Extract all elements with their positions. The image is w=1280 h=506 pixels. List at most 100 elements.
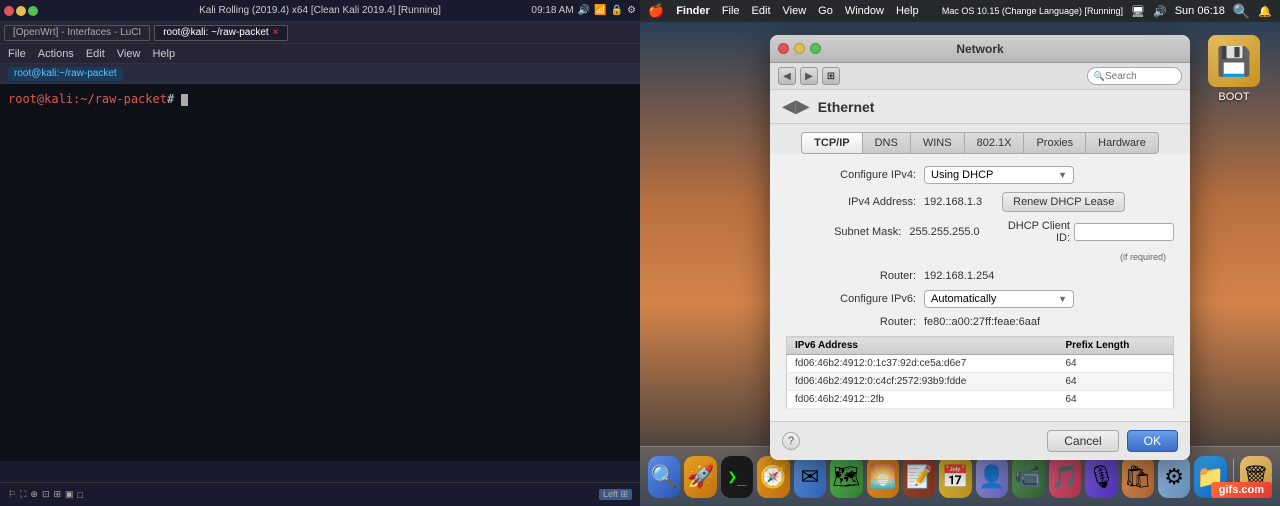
ipv6-col-prefix: Prefix Length bbox=[1057, 337, 1173, 355]
renew-dhcp-button[interactable]: Renew DHCP Lease bbox=[1002, 192, 1125, 212]
dock-icon-appstore[interactable]: 🛍 bbox=[1122, 456, 1154, 498]
mac-menu-help[interactable]: Help bbox=[896, 5, 919, 17]
forward-button[interactable]: ▶ bbox=[800, 67, 818, 85]
back-button[interactable]: ◀ bbox=[778, 67, 796, 85]
dialog-content: Configure IPv4: Using DHCP ▼ IPv4 Addres… bbox=[770, 154, 1190, 421]
dock-icon-systemprefs[interactable]: ⚙ bbox=[1158, 456, 1190, 498]
kali-tab-openwrt[interactable]: [OpenWrt] - Interfaces - LuCI bbox=[4, 25, 150, 41]
kali-menu-file[interactable]: File bbox=[8, 48, 26, 60]
dhcp-client-id-input[interactable] bbox=[1074, 223, 1174, 241]
mac-menu-window[interactable]: Window bbox=[845, 5, 884, 17]
kali-tab-rawpacket[interactable]: root@kali: ~/raw-packet × bbox=[154, 25, 287, 41]
kali-settings-icon: ⚙ bbox=[627, 5, 636, 16]
ipv6-col-address: IPv6 Address bbox=[787, 337, 1058, 355]
ipv6-address-cell: fd06:46b2:4912::2fb bbox=[787, 391, 1058, 409]
kali-prompt-line: root@kali:~/raw-packet# bbox=[8, 92, 632, 106]
kali-menu-view[interactable]: View bbox=[117, 48, 141, 60]
tab-8021x[interactable]: 802.1X bbox=[965, 132, 1025, 154]
gifs-badge: gifs.com bbox=[1211, 482, 1272, 498]
dialog-action-buttons: Cancel OK bbox=[1047, 430, 1178, 452]
mac-search-icon[interactable]: 🔍 bbox=[1233, 3, 1250, 20]
notes-icon: 📝 bbox=[905, 464, 932, 490]
kali-traffic-light-red[interactable] bbox=[4, 6, 14, 16]
help-button[interactable]: ? bbox=[782, 432, 800, 450]
finder-icon: 🔍 bbox=[651, 464, 678, 490]
tab-wins[interactable]: WINS bbox=[911, 132, 965, 154]
systemprefs-icon: ⚙ bbox=[1164, 464, 1184, 490]
kali-terminal-body[interactable]: root@kali:~/raw-packet# bbox=[0, 84, 640, 461]
dialog-close-btn[interactable] bbox=[778, 43, 789, 54]
dialog-search[interactable]: 🔍 bbox=[1087, 67, 1182, 85]
back-arrow-icon[interactable]: ◀▶ bbox=[782, 96, 810, 117]
dialog-minimize-btn[interactable] bbox=[794, 43, 805, 54]
dock-icon-music[interactable]: 🎵 bbox=[1049, 456, 1081, 498]
kali-prompt-suffix: # bbox=[167, 92, 181, 106]
router-ipv4-label: Router: bbox=[786, 270, 916, 282]
router-ipv4-row: Router: 192.168.1.254 bbox=[786, 270, 1174, 282]
tab-hardware[interactable]: Hardware bbox=[1086, 132, 1159, 154]
network-dialog: Network ◀ ▶ ⊞ 🔍 ◀▶ Ethernet TCP/IP DNS W… bbox=[770, 35, 1190, 460]
kali-status-icon2: ⛶ bbox=[20, 489, 26, 500]
configure-ipv6-value: Automatically bbox=[931, 293, 996, 305]
kali-traffic-light-yellow[interactable] bbox=[16, 6, 26, 16]
kali-menu-actions[interactable]: Actions bbox=[38, 48, 74, 60]
mac-time: Sun 06:18 bbox=[1175, 5, 1225, 17]
mac-menu-view[interactable]: View bbox=[783, 5, 807, 17]
boot-icon[interactable]: 💾 BOOT bbox=[1208, 35, 1260, 103]
boot-icon-label: BOOT bbox=[1218, 91, 1249, 103]
dialog-toolbar: ◀ ▶ ⊞ 🔍 bbox=[770, 63, 1190, 90]
mac-menu-go[interactable]: Go bbox=[818, 5, 833, 17]
dock-icon-terminal[interactable]: ❯_ bbox=[721, 456, 753, 498]
kali-tab-rawpacket-label: root@kali: ~/raw-packet bbox=[163, 27, 268, 38]
kali-tab-bar: [OpenWrt] - Interfaces - LuCI root@kali:… bbox=[0, 22, 640, 44]
dock-icon-calendar[interactable]: 📅 bbox=[939, 456, 971, 498]
dialog-zoom-btn[interactable] bbox=[810, 43, 821, 54]
tab-dns[interactable]: DNS bbox=[863, 132, 911, 154]
tab-proxies[interactable]: Proxies bbox=[1024, 132, 1086, 154]
dock-icon-contacts[interactable]: 👤 bbox=[976, 456, 1008, 498]
kali-tab-close-icon[interactable]: × bbox=[273, 27, 279, 38]
dock-icon-mail[interactable]: ✉ bbox=[794, 456, 826, 498]
mac-sound-icon: 🔊 bbox=[1153, 5, 1167, 18]
dock-icon-photos[interactable]: 🌅 bbox=[867, 456, 899, 498]
mac-desktop: 🍎 Finder File Edit View Go Window Help M… bbox=[640, 0, 1280, 506]
kali-keyboard-status: Left ⊞ bbox=[599, 489, 632, 500]
tab-tcpip[interactable]: TCP/IP bbox=[801, 132, 862, 154]
apple-icon[interactable]: 🍎 bbox=[648, 3, 664, 19]
ipv6-table-row: fd06:46b2:4912:0:c4cf:2572:93b9:fdde64 bbox=[787, 373, 1174, 391]
dock-icon-facetime[interactable]: 📹 bbox=[1012, 456, 1044, 498]
dock-icon-notes[interactable]: 📝 bbox=[903, 456, 935, 498]
kali-menu-edit[interactable]: Edit bbox=[86, 48, 105, 60]
kali-cursor bbox=[181, 94, 188, 106]
kali-traffic-light-green[interactable] bbox=[28, 6, 38, 16]
kali-status-icon6: ▣ bbox=[65, 489, 74, 500]
kali-tab-openwrt-label: [OpenWrt] - Interfaces - LuCI bbox=[13, 27, 141, 38]
dock-icon-podcasts[interactable]: 🎙 bbox=[1085, 456, 1117, 498]
cancel-button[interactable]: Cancel bbox=[1047, 430, 1118, 452]
search-input[interactable] bbox=[1105, 71, 1175, 82]
configure-ipv6-select[interactable]: Automatically ▼ bbox=[924, 290, 1074, 308]
mac-notification-icon[interactable]: 🔔 bbox=[1258, 5, 1272, 18]
configure-ipv4-select[interactable]: Using DHCP ▼ bbox=[924, 166, 1074, 184]
dock-icon-launchpad[interactable]: 🚀 bbox=[684, 456, 716, 498]
facetime-icon: 📹 bbox=[1015, 464, 1042, 490]
router-ipv4-value: 192.168.1.254 bbox=[924, 270, 994, 282]
kali-menu-help[interactable]: Help bbox=[152, 48, 175, 60]
dock-icon-safari[interactable]: 🧭 bbox=[757, 456, 789, 498]
dock-icon-maps[interactable]: 🗺 bbox=[830, 456, 862, 498]
mac-menu-finder[interactable]: Finder bbox=[676, 5, 710, 17]
mac-menu-file[interactable]: File bbox=[722, 5, 740, 17]
mac-menu-edit[interactable]: Edit bbox=[752, 5, 771, 17]
ok-button[interactable]: OK bbox=[1127, 430, 1178, 452]
mac-menubar-right: Mac OS 10.15 (Change Language) [Running]… bbox=[942, 3, 1272, 20]
list-view-button[interactable]: ⊞ bbox=[822, 67, 840, 85]
dialog-title: Network bbox=[956, 42, 1003, 56]
maps-icon: 🗺 bbox=[832, 464, 860, 490]
kali-status-icon4: ⊡ bbox=[42, 489, 50, 500]
dock-icon-finder[interactable]: 🔍 bbox=[648, 456, 680, 498]
mac-display-icon: 🖥 bbox=[1131, 5, 1145, 18]
ipv6-prefix-cell: 64 bbox=[1057, 355, 1173, 373]
contacts-icon: 👤 bbox=[978, 464, 1005, 490]
kali-toolbar-right: 09:18 AM 🔊 📶 🔒 ⚙ bbox=[531, 5, 636, 16]
kali-status-bar: ⚐ ⛶ ⊕ ⊡ ⊞ ▣ □ Left ⊞ bbox=[0, 482, 640, 506]
